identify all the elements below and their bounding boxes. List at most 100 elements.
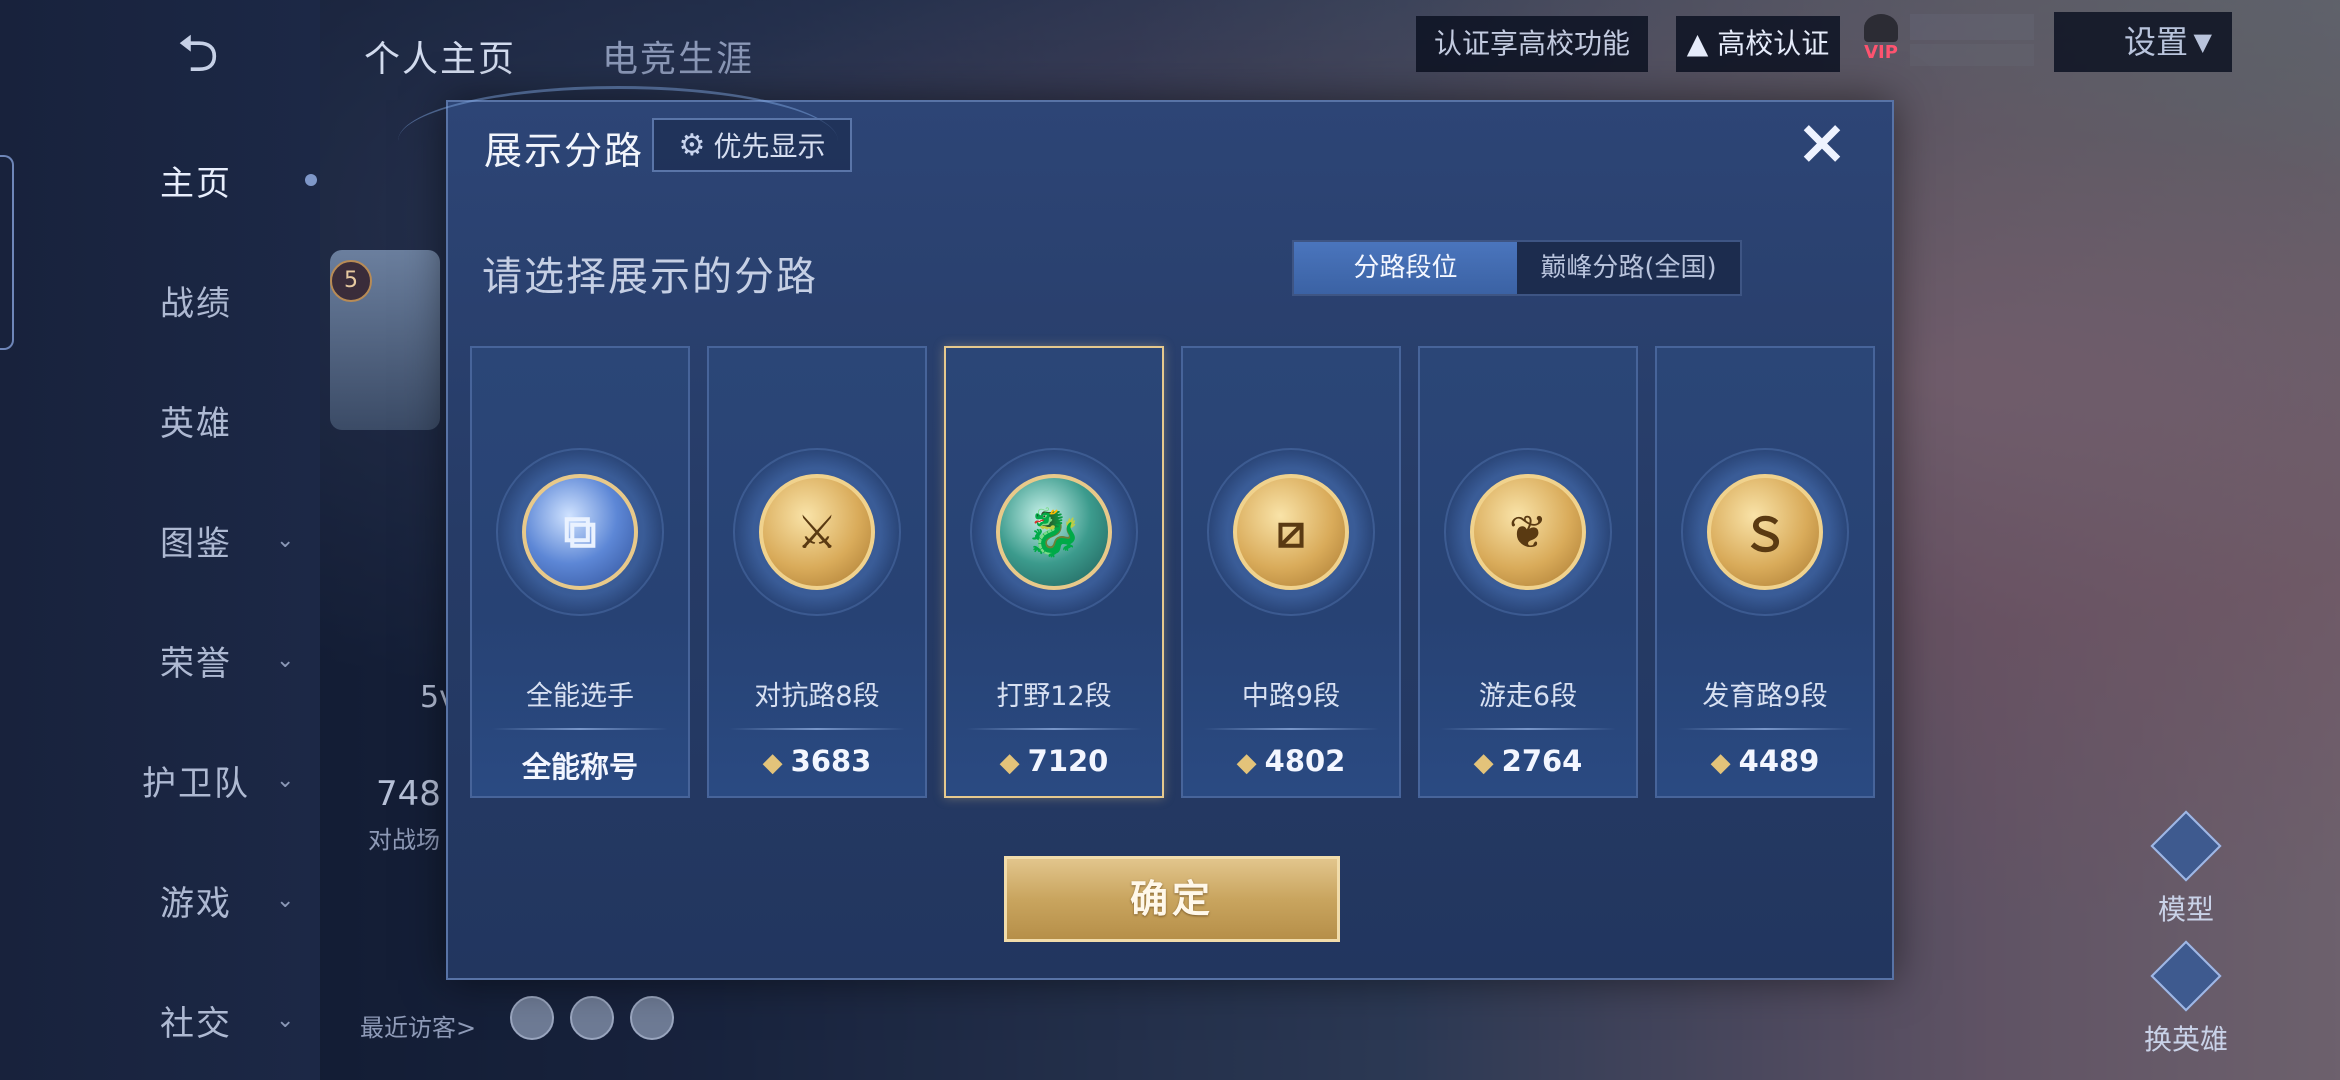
sidebar: ⮌ 主页 战绩 英雄 图鉴 ⌄ 荣誉 ⌄ 护卫队 ⌄ 游戏 ⌄ 社交 ⌄ (0, 0, 320, 1080)
lane-card-list: ⧉ 全能选手 全能称号 ⚔ 对抗路8段 ◆ 3683 🐉 打野12段 ◆ 7120 … (470, 346, 1875, 798)
farm-lane-emblem-icon: Ｓ (1707, 474, 1823, 590)
sidebar-item-record[interactable]: 战绩 (0, 260, 320, 340)
settings-dropdown[interactable]: 设置 ▼ (2054, 12, 2232, 72)
lane-card-jungle[interactable]: 🐉 打野12段 ◆ 7120 (944, 346, 1164, 798)
sidebar-item-games[interactable]: 游戏 ⌄ (0, 860, 320, 940)
priority-display-label: 优先显示 (713, 130, 826, 163)
change-hero-button[interactable]: 换英雄 (2140, 940, 2232, 1058)
lane-value-text: 3683 (790, 744, 872, 778)
sidebar-item-label: 主页 (160, 163, 232, 204)
lane-value-text: 7120 (1027, 744, 1109, 778)
score-gem-icon: ◆ (1473, 748, 1494, 778)
dialog-subtitle: 请选择展示的分路 (482, 254, 818, 300)
sidebar-item-label: 图鉴 (160, 523, 232, 564)
lane-name: 游走6段 (1478, 681, 1578, 712)
model-icon (2150, 810, 2222, 882)
model-button[interactable]: 模型 (2140, 810, 2232, 928)
card-divider (1440, 728, 1616, 730)
campus-icon: ▲ (1686, 27, 1718, 60)
visitor-avatar[interactable] (510, 996, 554, 1040)
lane-value: ◆ 4489 (1657, 744, 1873, 778)
recent-visitors-link[interactable]: 最近访客> (360, 1008, 476, 1043)
tab-esports[interactable]: 电竞生涯 (602, 30, 754, 82)
lane-name: 发育路9段 (1702, 681, 1828, 712)
score-gem-icon: ◆ (762, 748, 783, 778)
lane-value: 全能称号 (472, 744, 688, 786)
campus-auth-button[interactable]: ▲ 高校认证 (1676, 16, 1840, 72)
lane-card-clash[interactable]: ⚔ 对抗路8段 ◆ 3683 (707, 346, 927, 798)
score-gem-icon: ◆ (1710, 748, 1731, 778)
card-divider (729, 728, 905, 730)
sidebar-item-label: 战绩 (160, 283, 232, 324)
settings-label: 设置 (2124, 23, 2189, 61)
clash-lane-emblem-icon: ⚔ (759, 474, 875, 590)
dialog-title: 展示分路 (484, 129, 645, 173)
campus-auth-label: 高校认证 (1717, 27, 1830, 60)
chevron-down-icon: ⌄ (276, 527, 295, 553)
model-label: 模型 (2157, 893, 2214, 926)
tab-peak-lane[interactable]: 巅峰分路(全国) (1517, 242, 1740, 294)
campus-auth-hint[interactable]: 认证享高校功能 (1416, 16, 1648, 72)
sidebar-item-label: 游戏 (160, 883, 232, 924)
allround-emblem-icon: ⧉ (522, 474, 638, 590)
lane-value: ◆ 2764 (1420, 744, 1636, 778)
lane-value: ◆ 7120 (946, 744, 1162, 778)
sidebar-item-guard[interactable]: 护卫队 ⌄ (0, 740, 320, 820)
close-icon[interactable]: × (1792, 111, 1852, 173)
lane-value-text: 4802 (1264, 744, 1346, 778)
lane-card-allround[interactable]: ⧉ 全能选手 全能称号 (470, 346, 690, 798)
sidebar-item-label: 荣誉 (160, 643, 232, 684)
sidebar-item-social[interactable]: 社交 ⌄ (0, 980, 320, 1060)
roam-emblem-icon: ❦ (1470, 474, 1586, 590)
visitor-avatar[interactable] (630, 996, 674, 1040)
sidebar-item-label: 英雄 (160, 403, 232, 444)
lane-name: 全能选手 (526, 681, 634, 712)
lane-value-text: 2764 (1501, 744, 1583, 778)
change-hero-icon (2150, 940, 2222, 1012)
mid-lane-emblem-icon: ⧄ (1233, 474, 1349, 590)
chevron-down-icon: ▼ (2193, 28, 2212, 56)
lane-display-dialog: 展示分路 ⚙ 优先显示 × 请选择展示的分路 分路段位 巅峰分路(全国) ⧉ 全… (398, 86, 1894, 980)
sidebar-item-label: 护卫队 (142, 763, 250, 804)
lane-name: 中路9段 (1241, 681, 1341, 712)
chevron-down-icon: ⌄ (276, 887, 295, 913)
battle-count: 748 (376, 774, 441, 814)
lane-card-farm[interactable]: Ｓ 发育路9段 ◆ 4489 (1655, 346, 1875, 798)
sidebar-item-home[interactable]: 主页 (0, 140, 320, 220)
level-badge: 5 (330, 260, 372, 302)
chevron-down-icon: ⌄ (276, 767, 295, 793)
back-arrow-icon[interactable]: ⮌ (148, 28, 248, 80)
card-divider (1677, 728, 1853, 730)
vip-label: VIP (1864, 42, 1898, 63)
card-divider (1203, 728, 1379, 730)
jungle-emblem-icon: 🐉 (996, 474, 1112, 590)
card-divider (492, 728, 668, 730)
sidebar-item-label: 社交 (160, 1003, 232, 1044)
lane-card-mid[interactable]: ⧄ 中路9段 ◆ 4802 (1181, 346, 1401, 798)
tab-lane-rank[interactable]: 分路段位 (1294, 242, 1517, 294)
chevron-down-icon: ⌄ (276, 1007, 295, 1033)
sidebar-item-honor[interactable]: 荣誉 ⌄ (0, 620, 320, 700)
visitor-avatar[interactable] (570, 996, 614, 1040)
vip-icon[interactable]: VIP (1860, 14, 1902, 68)
change-hero-label: 换英雄 (2143, 1023, 2228, 1056)
score-gem-icon: ◆ (999, 748, 1020, 778)
battle-label: 对战场 (368, 826, 440, 854)
tab-profile[interactable]: 个人主页 (364, 30, 516, 82)
priority-display-button[interactable]: ⚙ 优先显示 (652, 118, 852, 172)
lane-value: ◆ 4802 (1183, 744, 1399, 778)
card-divider (966, 728, 1142, 730)
lane-name: 打野12段 (996, 681, 1112, 712)
vip-info (1910, 14, 2034, 70)
sidebar-item-codex[interactable]: 图鉴 ⌄ (0, 500, 320, 580)
lane-card-roam[interactable]: ❦ 游走6段 ◆ 2764 (1418, 346, 1638, 798)
confirm-button[interactable]: 确定 (1004, 856, 1340, 942)
chevron-down-icon: ⌄ (276, 647, 295, 673)
lane-name: 对抗路8段 (754, 681, 880, 712)
sidebar-item-heroes[interactable]: 英雄 (0, 380, 320, 460)
score-gem-icon: ◆ (1236, 748, 1257, 778)
lane-value-text: 4489 (1738, 744, 1820, 778)
gear-icon: ⚙ (678, 127, 706, 163)
lane-value: ◆ 3683 (709, 744, 925, 778)
segment-switch: 分路段位 巅峰分路(全国) (1292, 240, 1742, 296)
